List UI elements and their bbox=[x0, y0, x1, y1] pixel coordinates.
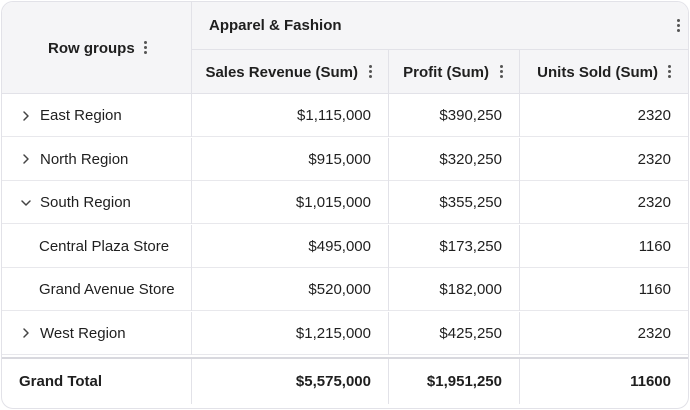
column-group-label: Apparel & Fashion bbox=[209, 17, 342, 34]
row-groups-header[interactable]: Row groups bbox=[2, 2, 191, 94]
units-cell: 1160 bbox=[519, 224, 688, 268]
total-revenue: $5,575,000 bbox=[191, 359, 388, 404]
row-group-cell: East Region bbox=[2, 94, 191, 137]
profit-cell: $320,250 bbox=[388, 137, 519, 181]
column-header-label: Sales Revenue (Sum) bbox=[205, 63, 358, 81]
revenue-cell: $1,215,000 bbox=[191, 311, 388, 355]
column-menu-icon[interactable] bbox=[499, 65, 503, 79]
row-group-cell: South Region bbox=[2, 181, 191, 224]
table-row[interactable]: West Region $1,215,000 $425,250 2320 bbox=[2, 311, 688, 355]
table-row[interactable]: East Region $1,115,000 $390,250 2320 bbox=[2, 94, 688, 137]
total-units: 11600 bbox=[519, 359, 688, 404]
row-group-cell: Grand Avenue Store bbox=[2, 268, 191, 311]
grand-total-label: Grand Total bbox=[19, 373, 103, 390]
row-label: Grand Avenue Store bbox=[39, 281, 175, 298]
revenue-cell: $1,115,000 bbox=[191, 94, 388, 137]
chevron-right-icon[interactable] bbox=[19, 109, 33, 123]
profit-cell: $355,250 bbox=[388, 181, 519, 224]
units-cell: 2320 bbox=[519, 94, 688, 137]
profit-cell: $182,000 bbox=[388, 268, 519, 311]
row-groups-label: Row groups bbox=[48, 39, 135, 57]
revenue-cell: $495,000 bbox=[191, 224, 388, 268]
profit-cell: $173,250 bbox=[388, 224, 519, 268]
column-header-profit[interactable]: Profit (Sum) bbox=[388, 50, 519, 94]
row-group-cell: West Region bbox=[2, 312, 191, 355]
row-label: South Region bbox=[40, 194, 131, 211]
units-cell: 2320 bbox=[519, 137, 688, 181]
row-group-cell: North Region bbox=[2, 138, 191, 181]
table-header: Row groups Apparel & Fashion Sales Reven… bbox=[2, 2, 688, 94]
row-label: Central Plaza Store bbox=[39, 237, 170, 255]
column-header-label: Units Sold (Sum) bbox=[537, 63, 658, 81]
table-row[interactable]: Grand Avenue Store $520,000 $182,000 1160 bbox=[2, 268, 688, 311]
column-menu-icon[interactable] bbox=[143, 41, 147, 55]
units-cell: 1160 bbox=[519, 268, 688, 311]
row-label: East Region bbox=[40, 107, 122, 124]
row-group-cell: Central Plaza Store bbox=[2, 225, 191, 268]
chevron-down-icon[interactable] bbox=[19, 196, 33, 210]
row-label: West Region bbox=[40, 324, 126, 342]
chevron-right-icon[interactable] bbox=[19, 326, 33, 340]
total-profit: $1,951,250 bbox=[388, 359, 519, 404]
table-row[interactable]: South Region $1,015,000 $355,250 2320 bbox=[2, 181, 688, 224]
profit-cell: $425,250 bbox=[388, 311, 519, 355]
pivot-table: Row groups Apparel & Fashion Sales Reven… bbox=[1, 1, 689, 409]
revenue-cell: $520,000 bbox=[191, 268, 388, 311]
table-row[interactable]: Central Plaza Store $495,000 $173,250 1160 bbox=[2, 224, 688, 268]
table-row[interactable]: North Region $915,000 $320,250 2320 bbox=[2, 137, 688, 181]
column-header-units-sold[interactable]: Units Sold (Sum) bbox=[519, 50, 688, 94]
units-cell: 2320 bbox=[519, 311, 688, 355]
column-menu-icon[interactable] bbox=[368, 65, 372, 79]
grand-total-row: Grand Total $5,575,000 $1,951,250 11600 bbox=[2, 357, 688, 404]
chevron-right-icon[interactable] bbox=[19, 152, 33, 166]
group-menu-icon[interactable] bbox=[676, 19, 680, 33]
profit-cell: $390,250 bbox=[388, 94, 519, 137]
units-cell: 2320 bbox=[519, 181, 688, 224]
column-header-sales-revenue[interactable]: Sales Revenue (Sum) bbox=[191, 50, 388, 94]
row-label: North Region bbox=[40, 150, 129, 168]
revenue-cell: $915,000 bbox=[191, 137, 388, 181]
revenue-cell: $1,015,000 bbox=[191, 181, 388, 224]
column-header-label: Profit (Sum) bbox=[403, 63, 489, 81]
column-group-header: Apparel & Fashion bbox=[191, 2, 688, 50]
column-menu-icon[interactable] bbox=[667, 65, 671, 79]
